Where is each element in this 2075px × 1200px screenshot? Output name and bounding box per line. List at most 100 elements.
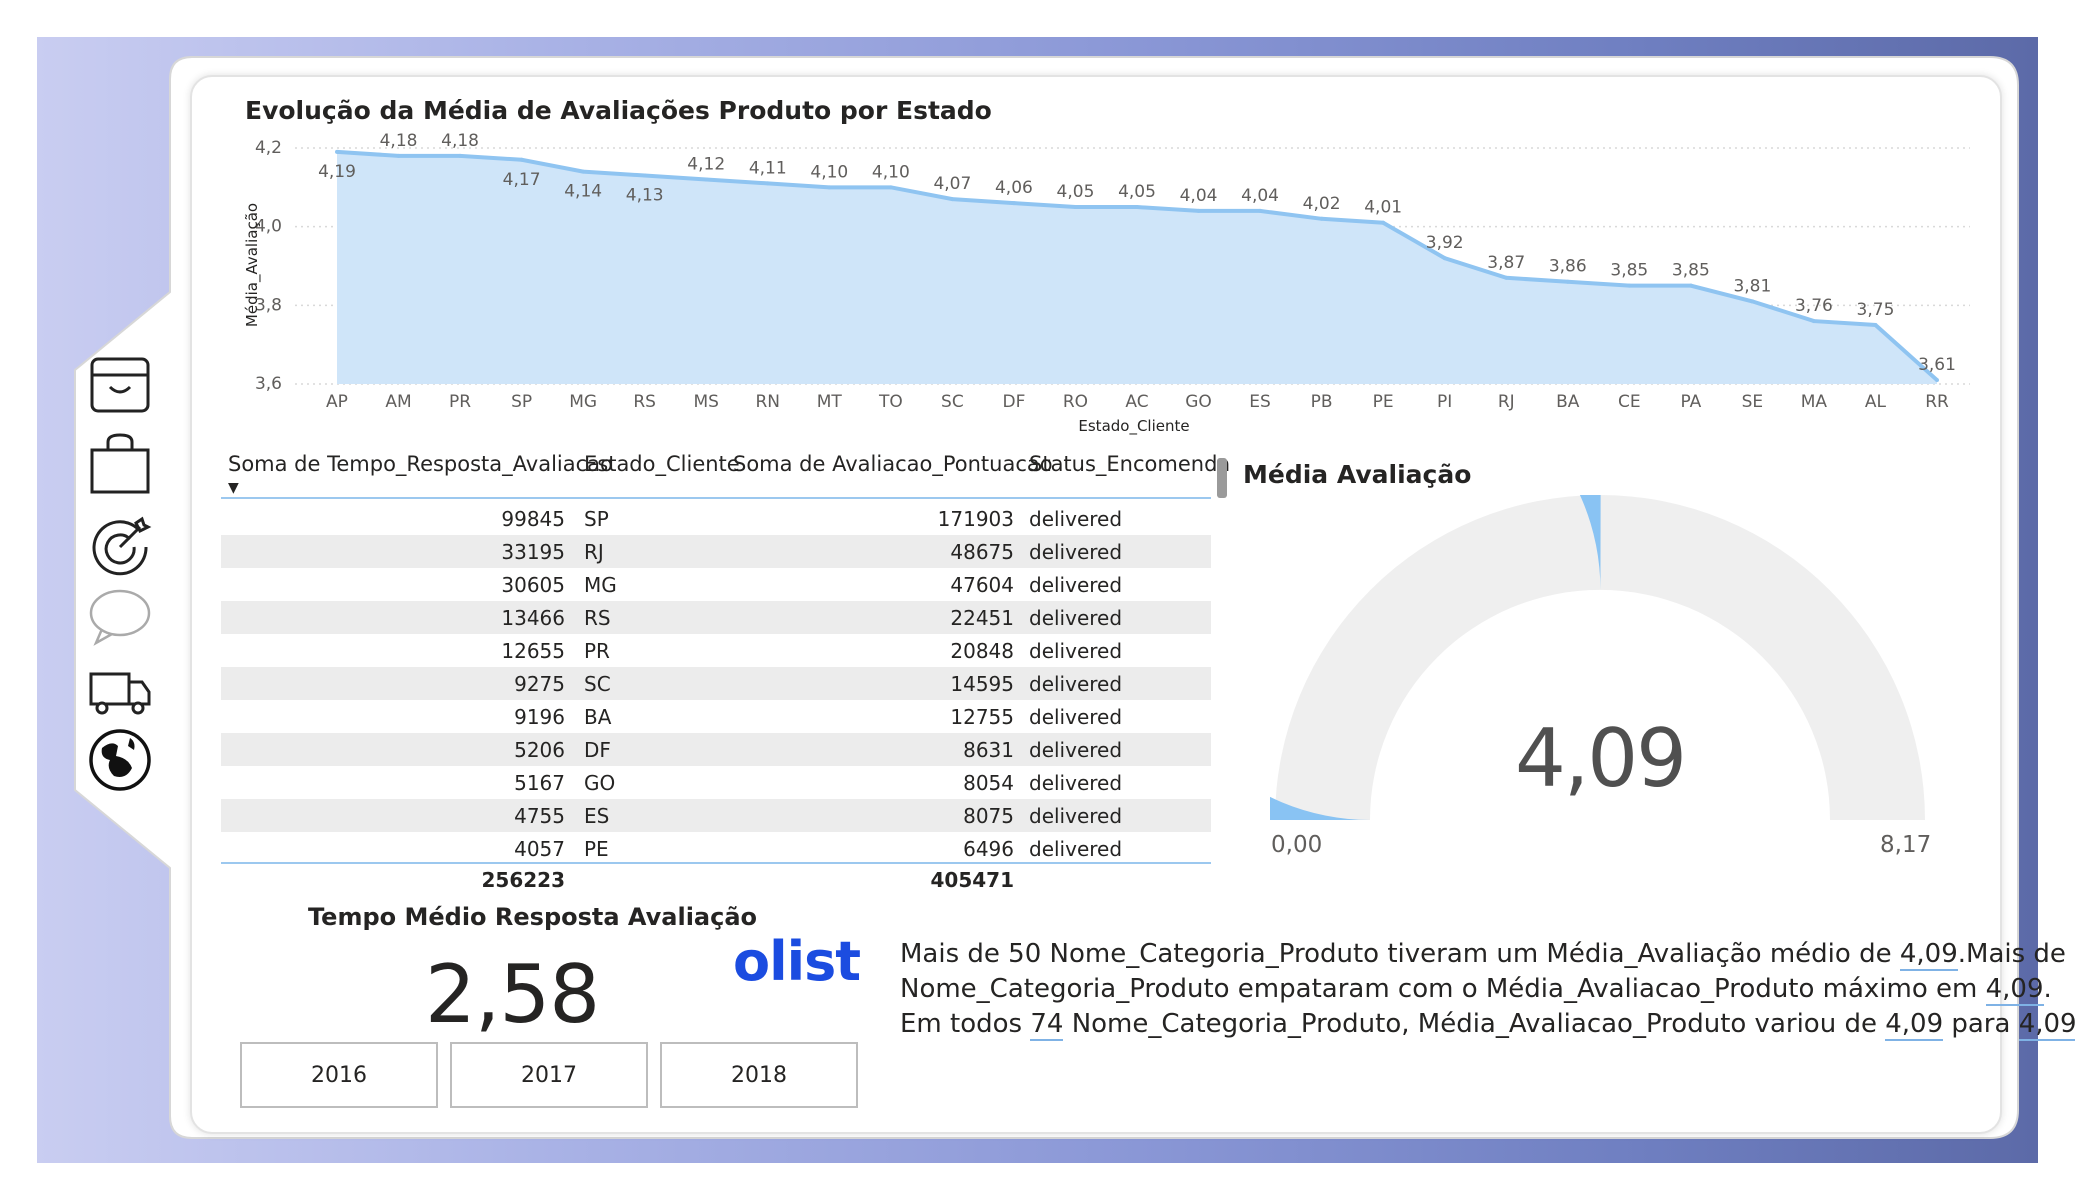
data-point[interactable] bbox=[827, 185, 832, 190]
data-point[interactable] bbox=[888, 185, 893, 190]
data-point[interactable] bbox=[1504, 275, 1509, 280]
year-button-2017[interactable]: 2017 bbox=[450, 1042, 648, 1108]
data-point[interactable] bbox=[1688, 283, 1693, 288]
table-row[interactable]: 9196 BA 12755 delivered bbox=[221, 700, 1211, 733]
data-point[interactable] bbox=[765, 181, 770, 186]
data-point[interactable] bbox=[519, 157, 524, 162]
data-point[interactable] bbox=[1565, 279, 1570, 284]
data-label: 4,10 bbox=[872, 162, 910, 182]
x-tick-label: ES bbox=[1249, 392, 1271, 412]
data-label: 4,17 bbox=[503, 170, 541, 190]
shopping-bag-icon[interactable] bbox=[88, 432, 152, 496]
total-avaliacao-pontuacao: 405471 bbox=[930, 868, 1015, 892]
table-row[interactable]: 12655 PR 20848 delivered bbox=[221, 634, 1211, 667]
x-tick-label: SP bbox=[511, 392, 532, 412]
year-button-2018[interactable]: 2018 bbox=[660, 1042, 858, 1108]
x-tick-label: BA bbox=[1556, 392, 1580, 412]
x-tick-label: AC bbox=[1125, 392, 1148, 412]
data-point[interactable] bbox=[1319, 216, 1324, 221]
data-point[interactable] bbox=[1935, 378, 1939, 383]
data-label: 4,05 bbox=[1057, 182, 1095, 202]
cell-status-encomenda: delivered bbox=[1029, 705, 1123, 729]
cell-status-encomenda: delivered bbox=[1029, 837, 1123, 861]
table-row[interactable]: 13466 RS 22451 delivered bbox=[221, 601, 1211, 634]
data-label: 4,07 bbox=[933, 174, 971, 194]
data-point[interactable] bbox=[1011, 201, 1016, 206]
x-tick-label: GO bbox=[1185, 392, 1212, 412]
header-estado-cliente[interactable]: Estado_Cliente bbox=[584, 452, 740, 476]
header-avaliacao-pontuacao[interactable]: Soma de Avaliacao_Pontuacao bbox=[733, 452, 1053, 476]
x-tick-label: DF bbox=[1002, 392, 1025, 412]
x-tick-label: AM bbox=[385, 392, 411, 412]
data-point[interactable] bbox=[396, 153, 401, 158]
cell-status-encomenda: delivered bbox=[1029, 573, 1123, 597]
data-point[interactable] bbox=[704, 177, 709, 182]
x-tick-label: SC bbox=[941, 392, 964, 412]
x-tick-label: SE bbox=[1742, 392, 1764, 412]
gauge-chart bbox=[1270, 495, 1925, 820]
data-label: 3,81 bbox=[1733, 276, 1771, 296]
delivery-truck-icon[interactable] bbox=[88, 658, 152, 722]
cell-avaliacao-pontuacao: 12755 bbox=[950, 705, 1014, 729]
data-point[interactable] bbox=[1627, 283, 1632, 288]
cell-avaliacao-pontuacao: 14595 bbox=[950, 672, 1014, 696]
header-tempo-resposta[interactable]: Soma de Tempo_Resposta_Avaliacao bbox=[228, 452, 613, 476]
cell-avaliacao-pontuacao: 22451 bbox=[950, 606, 1014, 630]
data-point[interactable] bbox=[1381, 220, 1386, 225]
table-row[interactable]: 5206 DF 8631 delivered bbox=[221, 733, 1211, 766]
data-point[interactable] bbox=[1750, 299, 1755, 304]
chat-bubble-icon[interactable] bbox=[88, 585, 152, 649]
year-button-2016[interactable]: 2016 bbox=[240, 1042, 438, 1108]
cell-status-encomenda: delivered bbox=[1029, 672, 1123, 696]
table-row[interactable]: 4755 ES 8075 delivered bbox=[221, 799, 1211, 832]
kpi-value: 2,58 bbox=[425, 948, 600, 1041]
cell-status-encomenda: delivered bbox=[1029, 771, 1123, 795]
table-row[interactable]: 33195 RJ 48675 delivered bbox=[221, 535, 1211, 568]
data-label: 4,01 bbox=[1364, 198, 1402, 218]
data-point[interactable] bbox=[1196, 208, 1201, 213]
y-axis-label: Média_Avaliação bbox=[243, 203, 262, 327]
table-row[interactable]: 30605 MG 47604 delivered bbox=[221, 568, 1211, 601]
data-point[interactable] bbox=[335, 149, 339, 154]
gauge-min-label: 0,00 bbox=[1271, 832, 1323, 858]
data-point[interactable] bbox=[1442, 256, 1447, 261]
store-icon[interactable] bbox=[88, 353, 152, 417]
globe-icon[interactable] bbox=[88, 728, 152, 792]
gauge-value: 4,09 bbox=[1514, 712, 1687, 805]
sort-descending-icon[interactable]: ▼ bbox=[228, 480, 239, 496]
x-tick-label: MA bbox=[1801, 392, 1828, 412]
x-tick-label: CE bbox=[1618, 392, 1641, 412]
table-scrollbar[interactable] bbox=[1217, 458, 1227, 498]
data-label: 3,85 bbox=[1672, 261, 1710, 281]
data-point[interactable] bbox=[642, 173, 647, 178]
data-point[interactable] bbox=[1135, 205, 1139, 209]
data-point[interactable] bbox=[581, 169, 586, 174]
data-label: 3,75 bbox=[1857, 300, 1895, 320]
data-point[interactable] bbox=[1073, 205, 1078, 209]
gauge-max-label: 8,17 bbox=[1880, 832, 1932, 858]
data-label: 3,87 bbox=[1487, 253, 1525, 273]
data-label: 3,92 bbox=[1426, 233, 1464, 253]
cell-avaliacao-pontuacao: 8075 bbox=[963, 804, 1014, 828]
target-icon[interactable] bbox=[88, 515, 152, 579]
data-point[interactable] bbox=[1258, 208, 1263, 213]
header-status-encomenda[interactable]: Status_Encomenda bbox=[1029, 452, 1230, 476]
data-point[interactable] bbox=[950, 197, 955, 202]
data-label: 4,04 bbox=[1241, 186, 1279, 206]
table-row[interactable]: 5167 GO 8054 delivered bbox=[221, 766, 1211, 799]
x-tick-label: MG bbox=[569, 392, 597, 412]
totals-divider bbox=[221, 862, 1211, 864]
table-row[interactable]: 4057 PE 6496 delivered bbox=[221, 832, 1211, 865]
data-label: 4,05 bbox=[1118, 182, 1156, 202]
data-point[interactable] bbox=[1811, 319, 1816, 324]
cell-avaliacao-pontuacao: 20848 bbox=[950, 639, 1014, 663]
data-point[interactable] bbox=[458, 153, 463, 158]
data-label: 3,76 bbox=[1795, 296, 1833, 316]
cell-avaliacao-pontuacao: 171903 bbox=[937, 507, 1014, 531]
x-tick-label: AL bbox=[1865, 392, 1887, 412]
cell-status-encomenda: delivered bbox=[1029, 639, 1123, 663]
data-point[interactable] bbox=[1873, 323, 1878, 327]
table-row[interactable]: 9275 SC 14595 delivered bbox=[221, 667, 1211, 700]
x-axis-label: Estado_Cliente bbox=[1078, 417, 1189, 436]
table-row[interactable]: 99845 SP 171903 delivered bbox=[221, 502, 1211, 535]
